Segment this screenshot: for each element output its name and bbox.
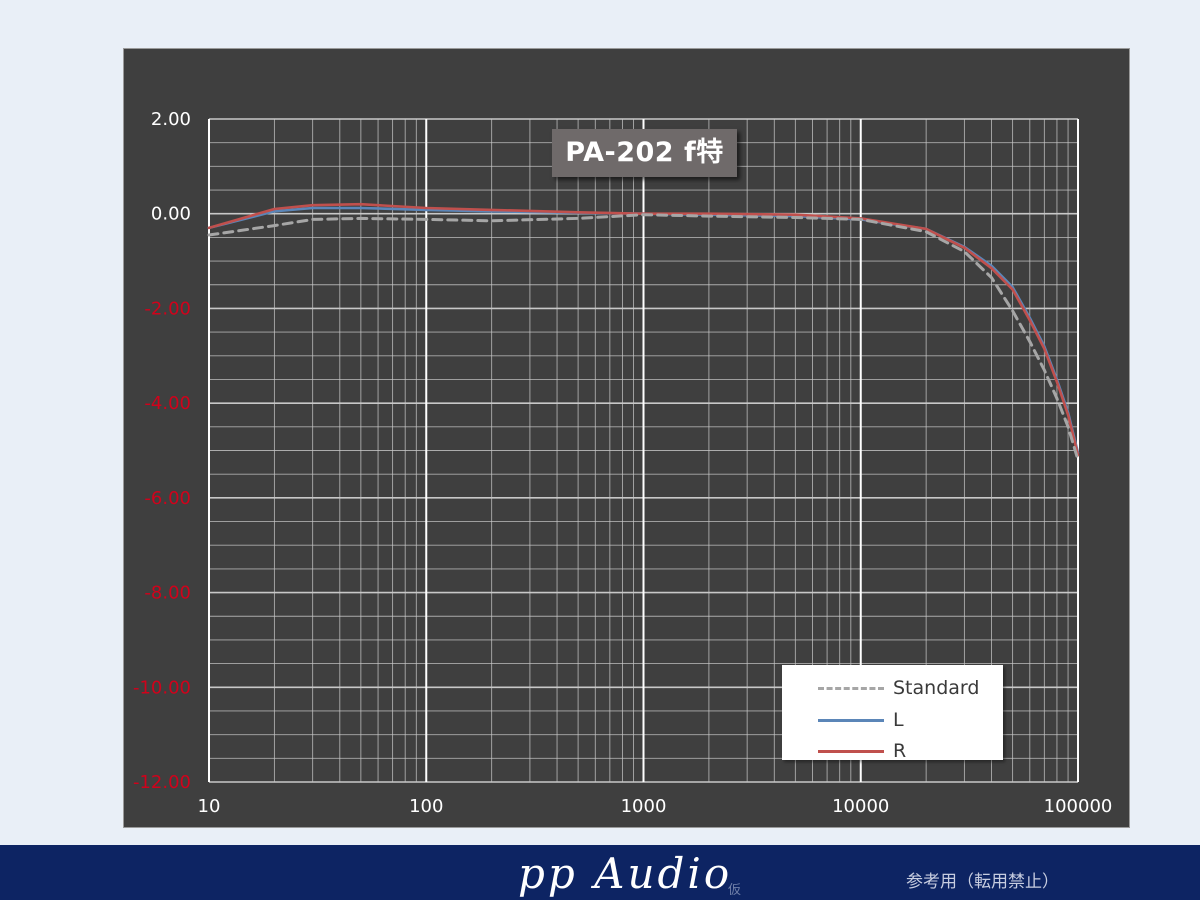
x-tick-label: 100000 — [1044, 796, 1113, 817]
x-tick-label: 10 — [198, 796, 221, 817]
footer-note: 参考用（転用禁止） — [906, 872, 1059, 892]
chart-panel: 2.00 0.00 -2.00 -4.00 -6.00 -8.00 -10.00 -12.00… — [123, 48, 1130, 828]
brand-sub-mark: 仮 — [728, 883, 742, 898]
legend-swatch-l — [818, 719, 884, 722]
brand-logo: pp Audio — [518, 849, 733, 898]
y-tick-label: -4.00 — [144, 393, 191, 414]
legend-swatch-standard — [818, 687, 884, 690]
y-tick-label: -8.00 — [144, 583, 191, 604]
y-tick-label: -12.00 — [133, 772, 191, 793]
y-tick-label: 2.00 — [151, 109, 191, 130]
chart-legend: Standard L R — [782, 665, 1003, 762]
y-tick-label: 0.00 — [151, 204, 191, 225]
legend-label-standard: Standard — [893, 677, 980, 699]
y-tick-label: -6.00 — [144, 488, 191, 509]
legend-label-l: L — [893, 709, 904, 731]
legend-swatch-r — [818, 750, 884, 753]
chart-title: PA-202 f特 — [552, 129, 737, 177]
footer-bar: pp Audio 仮 参考用（転用禁止） — [0, 845, 1200, 900]
y-tick-label: -10.00 — [133, 677, 191, 698]
legend-label-r: R — [893, 740, 907, 762]
x-tick-label: 100 — [409, 796, 443, 817]
y-tick-label: -2.00 — [144, 298, 191, 319]
x-tick-label: 1000 — [621, 796, 667, 817]
x-tick-label: 10000 — [832, 796, 889, 817]
